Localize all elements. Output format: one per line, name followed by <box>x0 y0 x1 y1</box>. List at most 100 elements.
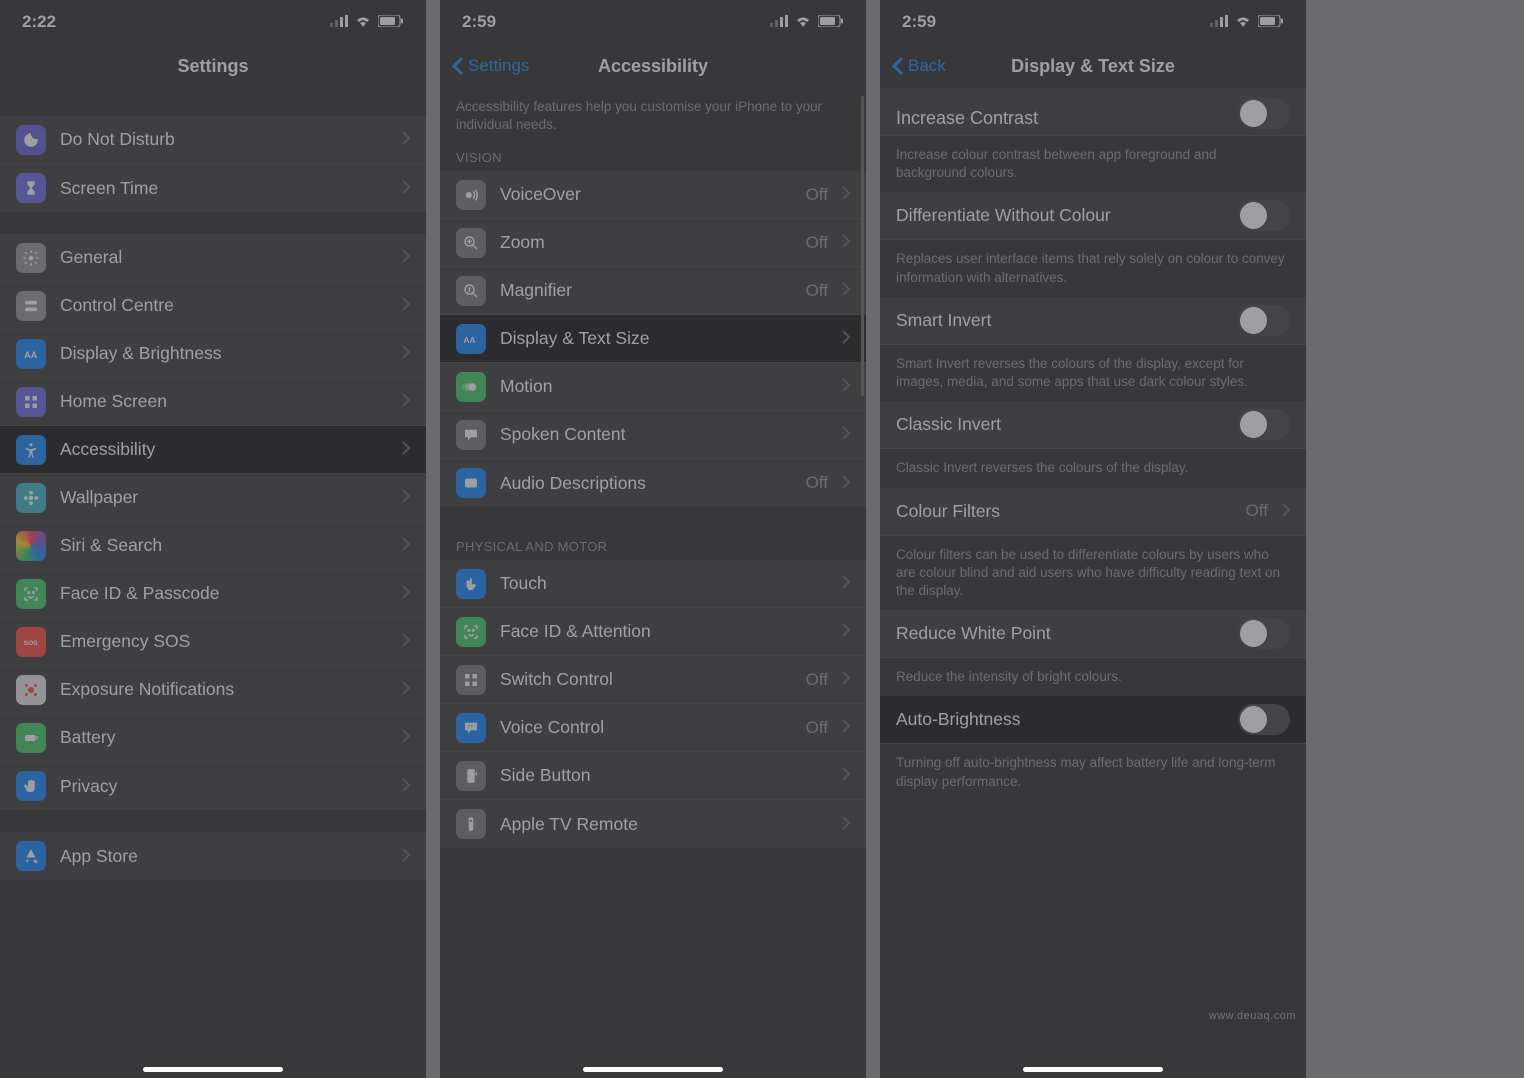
row-faceid-passcode[interactable]: Face ID & Passcode <box>0 570 426 618</box>
row-voiceover[interactable]: VoiceOver Off <box>440 171 866 219</box>
battery-icon <box>818 12 844 32</box>
row-value: Off <box>806 718 828 738</box>
wifi-icon <box>1234 12 1252 32</box>
back-button[interactable]: Settings <box>452 56 529 76</box>
row-battery[interactable]: Battery <box>0 714 426 762</box>
row-value: Off <box>806 233 828 253</box>
chevron-right-icon <box>402 247 410 268</box>
accessibility-content[interactable]: Accessibility features help you customis… <box>440 88 866 1078</box>
status-time: 2:22 <box>22 12 56 32</box>
row-home-screen[interactable]: Home Screen <box>0 378 426 426</box>
home-indicator[interactable] <box>143 1067 283 1072</box>
chevron-right-icon <box>842 184 850 205</box>
scrollbar[interactable] <box>861 96 864 396</box>
row-do-not-disturb[interactable]: Do Not Disturb <box>0 116 426 164</box>
display-text-content[interactable]: Increase Contrast Increase colour contra… <box>880 88 1306 1078</box>
row-label: Emergency SOS <box>60 631 388 652</box>
row-label: Display & Text Size <box>500 328 828 349</box>
row-colour-filters[interactable]: Colour Filters Off <box>880 488 1306 536</box>
row-app-store[interactable]: App Store <box>0 832 426 880</box>
row-smart-invert[interactable]: Smart Invert <box>880 297 1306 345</box>
row-label: Colour Filters <box>896 501 1232 522</box>
chevron-right-icon <box>402 391 410 412</box>
row-general[interactable]: General <box>0 234 426 282</box>
row-side-button[interactable]: Side Button <box>440 752 866 800</box>
toggle-increase-contrast[interactable] <box>1238 98 1290 129</box>
section-header-motor: PHYSICAL AND MOTOR <box>440 533 866 560</box>
row-label: Accessibility <box>60 439 388 460</box>
switches-icon <box>16 291 46 321</box>
row-screen-time[interactable]: Screen Time <box>0 164 426 212</box>
row-classic-invert[interactable]: Classic Invert <box>880 401 1306 449</box>
page-title: Settings <box>177 56 248 77</box>
siri-icon <box>16 531 46 561</box>
row-display-text-size[interactable]: AA Display & Text Size <box>440 315 866 363</box>
row-touch[interactable]: Touch <box>440 560 866 608</box>
row-zoom[interactable]: Zoom Off <box>440 219 866 267</box>
row-apple-tv-remote[interactable]: Apple TV Remote <box>440 800 866 848</box>
flower-icon <box>16 483 46 513</box>
toggle-reduce-white-point[interactable] <box>1238 618 1290 649</box>
status-icons <box>1210 12 1284 32</box>
back-button[interactable]: Back <box>892 56 946 76</box>
hand-icon <box>16 771 46 801</box>
footer-auto-brightness: Turning off auto-brightness may affect b… <box>880 744 1306 800</box>
row-audio-descriptions[interactable]: Audio Descriptions Off <box>440 459 866 507</box>
toggle-auto-brightness[interactable] <box>1238 704 1290 735</box>
chevron-right-icon <box>402 679 410 700</box>
home-indicator[interactable] <box>583 1067 723 1072</box>
row-emergency-sos[interactable]: SOS Emergency SOS <box>0 618 426 666</box>
row-differentiate-colour[interactable]: Differentiate Without Colour <box>880 192 1306 240</box>
row-label: Privacy <box>60 776 388 797</box>
chevron-right-icon <box>402 776 410 797</box>
chevron-right-icon <box>842 232 850 253</box>
battery-icon <box>378 12 404 32</box>
row-value: Off <box>806 281 828 301</box>
row-exposure-notifications[interactable]: Exposure Notifications <box>0 666 426 714</box>
toggle-differentiate-colour[interactable] <box>1238 200 1290 231</box>
row-spoken-content[interactable]: Spoken Content <box>440 411 866 459</box>
chevron-right-icon <box>842 376 850 397</box>
status-bar: 2:59 <box>440 0 866 44</box>
chevron-right-icon <box>402 631 410 652</box>
wifi-icon <box>354 12 372 32</box>
row-faceid-attention[interactable]: Face ID & Attention <box>440 608 866 656</box>
row-switch-control[interactable]: Switch Control Off <box>440 656 866 704</box>
appstore-icon <box>16 841 46 871</box>
touch-icon <box>456 569 486 599</box>
row-label: Touch <box>500 573 828 594</box>
row-siri-search[interactable]: Siri & Search <box>0 522 426 570</box>
row-wallpaper[interactable]: Wallpaper <box>0 474 426 522</box>
moon-icon <box>16 125 46 155</box>
signal-icon <box>1210 12 1228 32</box>
row-voice-control[interactable]: Voice Control Off <box>440 704 866 752</box>
row-label: Side Button <box>500 765 828 786</box>
row-accessibility[interactable]: Accessibility <box>0 426 426 474</box>
row-auto-brightness[interactable]: Auto-Brightness <box>880 696 1306 744</box>
chevron-right-icon <box>402 583 410 604</box>
row-motion[interactable]: Motion <box>440 363 866 411</box>
home-indicator[interactable] <box>1023 1067 1163 1072</box>
section-motor: Touch Face ID & Attention Switch Control… <box>440 560 866 848</box>
row-control-centre[interactable]: Control Centre <box>0 282 426 330</box>
row-privacy[interactable]: Privacy <box>0 762 426 810</box>
status-icons <box>330 12 404 32</box>
chevron-right-icon <box>842 280 850 301</box>
footer-smart-invert: Smart Invert reverses the colours of the… <box>880 345 1306 401</box>
sos-icon: SOS <box>16 627 46 657</box>
chevron-right-icon <box>402 295 410 316</box>
settings-content[interactable]: Do Not Disturb Screen Time General Contr… <box>0 94 426 1078</box>
row-display-brightness[interactable]: AA Display & Brightness <box>0 330 426 378</box>
row-label: Spoken Content <box>500 424 828 445</box>
row-magnifier[interactable]: Magnifier Off <box>440 267 866 315</box>
toggle-classic-invert[interactable] <box>1238 409 1290 440</box>
chevron-right-icon <box>402 846 410 867</box>
row-increase-contrast[interactable]: Increase Contrast <box>880 88 1306 136</box>
gear-icon <box>16 243 46 273</box>
row-reduce-white-point[interactable]: Reduce White Point <box>880 610 1306 658</box>
textsize-icon: AA <box>456 324 486 354</box>
svg-text:AA: AA <box>464 336 476 345</box>
row-label: Control Centre <box>60 295 388 316</box>
signal-icon <box>330 12 348 32</box>
toggle-smart-invert[interactable] <box>1238 305 1290 336</box>
